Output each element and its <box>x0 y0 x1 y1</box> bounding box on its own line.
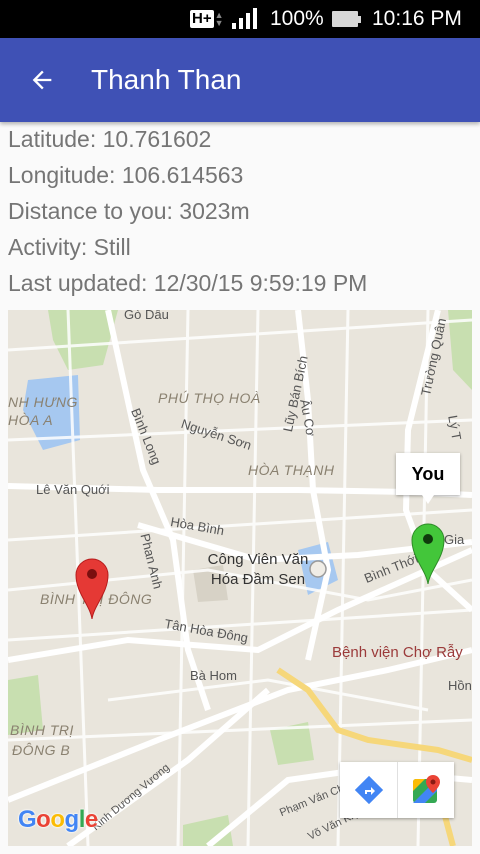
map-label-binh-hung-hoa-a-2: HÒA A <box>8 412 54 428</box>
map-label-phu-tho-hoa: PHÚ THỌ HOÀ <box>158 390 261 406</box>
app-bar: Thanh Than <box>0 38 480 122</box>
you-info-window: You <box>396 453 460 504</box>
map-label-ba-hom: Bà Hom <box>190 668 237 683</box>
directions-button[interactable] <box>340 762 397 818</box>
network-type-indicator: H+ ▲ ▼ <box>190 0 224 38</box>
map-label-benh-vien-cho-ray: Bệnh viện Chợ Rẫy <box>332 644 463 661</box>
map-label-cong-vien: Công Viên Văn Hóa Đầm Sen <box>198 550 318 590</box>
map-label-le-van-quoi: Lê Văn Quới <box>36 482 110 497</box>
data-activity-icon: ▲ ▼ <box>214 10 224 28</box>
you-location-marker[interactable] <box>410 522 446 589</box>
status-bar: H+ ▲ ▼ 100% 10:16 PM <box>0 0 480 38</box>
last-updated-text: Last updated: 12/30/15 9:59:19 PM <box>8 270 368 296</box>
google-logo: Google <box>18 806 98 833</box>
arrow-back-icon <box>32 70 52 90</box>
status-clock: 10:16 PM <box>372 7 462 30</box>
map-label-go-dau: Gò Dầu <box>124 310 169 322</box>
distance-text: Distance to you: 3023m <box>8 198 250 224</box>
network-type-label: H+ <box>190 10 214 28</box>
map-view[interactable]: Gò Dầu PHÚ THỌ HOÀ Lũy Bán Bích Âu Cơ NH… <box>8 310 472 846</box>
google-maps-icon <box>413 775 440 803</box>
activity-text: Activity: Still <box>8 234 131 260</box>
open-in-maps-button[interactable] <box>397 762 454 818</box>
battery-percentage: 100% <box>270 7 324 30</box>
longitude-text: Longitude: 106.614563 <box>8 162 244 188</box>
target-location-marker[interactable] <box>74 557 110 624</box>
map-label-gia: Gia <box>444 532 465 547</box>
map-label-hoa-thanh: HÒA THẠNH <box>248 462 335 478</box>
back-button[interactable] <box>22 60 62 100</box>
latitude-text: Latitude: 10.761602 <box>8 126 212 152</box>
map-toolbar <box>340 762 454 818</box>
map-label-binh-tri-dong-b-2: ĐÔNG B <box>12 742 71 758</box>
map-label-cong-vien-line1: Công Viên Văn <box>207 551 309 568</box>
signal-strength-icon <box>232 0 258 38</box>
map-label-hong: Hồng <box>448 678 472 693</box>
map-label-binh-tri-dong-b-1: BÌNH TRỊ <box>10 722 74 738</box>
map-label-cong-vien-line2: Hóa Đầm Sen <box>210 571 306 588</box>
page-title: Thanh Than <box>91 64 242 95</box>
battery-icon <box>332 0 361 38</box>
map-label-binh-hung-hoa-a-1: NH HƯNG <box>8 394 78 410</box>
directions-icon <box>354 775 383 805</box>
